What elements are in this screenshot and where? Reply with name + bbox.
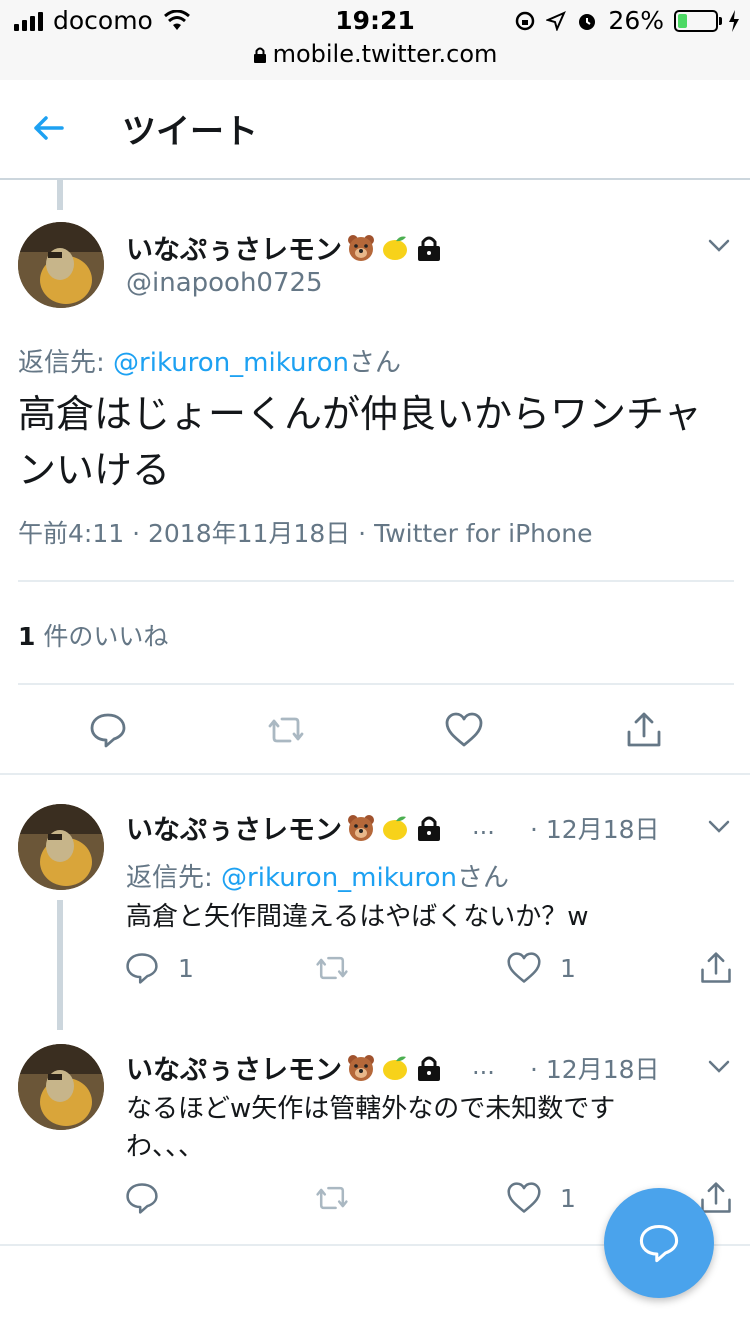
chevron-down-icon[interactable] [706,1053,732,1079]
tweet-text: 高倉と矢作間違えるはやばくないか？w [126,902,589,932]
reply-icon [639,1224,679,1263]
user-handle[interactable]: @inapooh0725 [126,268,323,298]
reply-icon[interactable] [124,950,160,986]
reply-count: 1 [178,954,194,983]
heart-icon[interactable] [506,950,542,986]
lemon-emoji-icon [383,236,407,260]
display-name[interactable]: いなぷぅさレモン [126,228,444,267]
status-right: 26% [514,6,740,35]
heart-icon[interactable] [506,1180,542,1216]
tweet-text: 高倉はじょーくんが仲良いからワンチャンいける [18,392,702,492]
like-count: 1 [560,954,576,983]
likes-unit: 件の [43,622,94,651]
bear-emoji-icon [348,234,374,261]
reply-to: 返信先: @rikuron_mikuronさん [18,342,401,379]
reply-to-mention[interactable]: @rikuron_mikuron [113,348,349,378]
battery-percent: 26% [608,6,664,35]
page-title: ツイート [122,112,258,152]
lemon-emoji-icon [383,816,407,840]
reply-to-label: 返信先: [18,348,105,378]
thread-line [57,900,63,1030]
lock-icon [418,236,440,261]
thread-line-top [57,180,63,210]
orientation-lock-icon [516,11,535,30]
lock-icon [418,1056,440,1081]
avatar[interactable] [18,222,104,308]
display-name-text: いなぷぅさレモン [126,235,342,266]
display-name-text: いなぷぅさレモン [126,815,342,846]
likes-count: 1 [18,622,36,651]
tweet-date[interactable]: · 12月18日 [530,1050,660,1086]
tweet-date[interactable]: · 12月18日 [530,810,660,846]
lock-icon [253,47,266,63]
heart-icon[interactable] [444,710,484,750]
retweet-icon[interactable] [266,710,306,750]
status-bar: docomo 19:21 26% mobile.twitter.com [0,0,750,80]
chevron-down-icon[interactable] [706,232,732,258]
divider [18,580,734,582]
bear-emoji-icon [348,814,374,841]
url-text: mobile.twitter.com [272,40,498,68]
name-ellipsis: ... [472,1052,495,1080]
battery-level [678,13,687,28]
reply-to-suffix: さん [348,348,401,378]
lemon-emoji-icon [383,1056,407,1080]
lock-icon [418,816,440,841]
location-icon [546,10,567,31]
battery-icon [674,9,722,32]
retweet-icon[interactable] [314,1180,350,1216]
name-ellipsis: ... [472,812,495,840]
reply-icon[interactable] [88,710,128,750]
section-separator [0,773,750,775]
likes-summary[interactable]: 1 件のいいね [18,617,168,653]
display-name-text: いなぷぅさレモン [126,1055,342,1086]
compose-reply-button[interactable] [604,1188,714,1298]
likes-label: いいね [93,622,169,651]
reply-to: 返信先: @rikuron_mikuronさん [126,857,509,894]
share-icon[interactable] [624,710,664,750]
share-icon[interactable] [698,950,734,986]
url-bar[interactable]: mobile.twitter.com [0,40,750,68]
tweet-text: なるほどw矢作は管轄外なので未知数ですわ、、、 [126,1094,616,1162]
charging-icon [729,9,739,32]
chevron-down-icon[interactable] [706,813,732,839]
app-header: ツイート [0,80,750,180]
avatar[interactable] [18,1044,104,1130]
tweet-timestamp: 午前4:11 · 2018年11月18日 · Twitter for iPhon… [18,519,593,548]
reply-to-label: 返信先: [126,863,213,893]
alarm-icon [579,13,596,30]
display-name[interactable]: いなぷぅさレモン [126,1048,444,1087]
divider [18,683,734,685]
avatar[interactable] [18,804,104,890]
arrow-left-icon[interactable] [30,110,66,146]
bear-emoji-icon [348,1054,374,1081]
like-count: 1 [560,1184,576,1213]
retweet-icon[interactable] [314,950,350,986]
reply-icon[interactable] [124,1180,160,1216]
reply-to-mention[interactable]: @rikuron_mikuron [221,863,457,893]
display-name[interactable]: いなぷぅさレモン [126,808,444,847]
reply-to-suffix: さん [456,863,509,893]
